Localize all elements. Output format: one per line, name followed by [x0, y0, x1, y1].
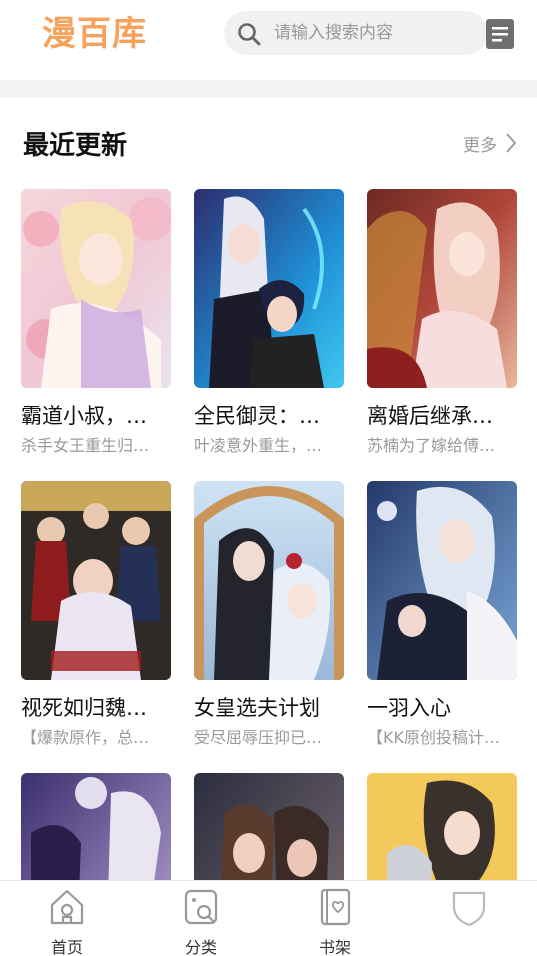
more-link[interactable]: 更多: [463, 128, 517, 158]
comic-description: 苏楠为了嫁给傅…: [367, 436, 496, 455]
search-bar[interactable]: [224, 11, 488, 55]
app-logo[interactable]: 漫百库: [42, 12, 147, 56]
search-icon: [238, 23, 261, 46]
comic-card[interactable]: 女皇选夫计划 受尽屈辱压抑已…: [194, 481, 344, 749]
nav-label: 分类: [184, 938, 217, 956]
top-bar: 漫百库: [0, 0, 537, 80]
comic-description: 叶凌意外重生，…: [194, 436, 323, 455]
bottom-nav: 首页 分类 书架: [0, 880, 537, 956]
nav-item-category[interactable]: 分类: [151, 887, 251, 956]
nav-label: 首页: [50, 938, 83, 956]
recent-updates-header: 最近更新 更多: [0, 120, 537, 170]
comic-title[interactable]: 离婚后继承…: [367, 402, 517, 430]
comic-card[interactable]: 霸道小叔，… 杀手女王重生归…: [21, 189, 171, 457]
comic-title[interactable]: 一羽入心: [367, 694, 517, 722]
chevron-right-icon: [506, 133, 517, 153]
comic-title[interactable]: 全民御灵：…: [194, 402, 344, 430]
search-input[interactable]: [274, 17, 474, 49]
nav-item-bookshelf[interactable]: 书架: [285, 887, 385, 956]
comic-description: 【KK原创投稿计…: [367, 728, 500, 747]
bookshelf-icon: [320, 888, 351, 926]
category-icon: [184, 889, 218, 925]
comic-card[interactable]: 离婚后继承… 苏楠为了嫁给傅…: [367, 189, 517, 457]
comic-cover[interactable]: [367, 481, 517, 680]
header-divider: [0, 80, 537, 98]
comic-description: 杀手女王重生归…: [21, 436, 150, 455]
history-book-icon[interactable]: [485, 17, 515, 51]
more-label: 更多: [463, 135, 497, 156]
comic-description: 【爆款原作，总…: [21, 728, 150, 747]
nav-label: 书架: [318, 938, 351, 956]
comic-cover[interactable]: [21, 481, 171, 680]
comic-title[interactable]: 霸道小叔，…: [21, 402, 171, 430]
comic-card[interactable]: 视死如归魏… 【爆款原作，总…: [21, 481, 171, 749]
comic-title[interactable]: 视死如归魏…: [21, 694, 171, 722]
comic-cover[interactable]: [194, 189, 344, 388]
comic-card[interactable]: 全民御灵：… 叶凌意外重生，…: [194, 189, 344, 457]
home-icon: [50, 889, 84, 925]
comic-cover[interactable]: [194, 481, 344, 680]
comic-card[interactable]: 一羽入心 【KK原创投稿计…: [367, 481, 517, 749]
section-title: 最近更新: [23, 131, 128, 161]
comic-description: 受尽屈辱压抑已…: [194, 728, 323, 747]
comic-cover[interactable]: [21, 189, 171, 388]
comic-title[interactable]: 女皇选夫计划: [194, 694, 344, 722]
nav-item-home[interactable]: 首页: [17, 887, 117, 956]
comic-cover[interactable]: [367, 189, 517, 388]
profile-icon: [452, 891, 486, 927]
nav-item-profile[interactable]: [419, 887, 519, 939]
